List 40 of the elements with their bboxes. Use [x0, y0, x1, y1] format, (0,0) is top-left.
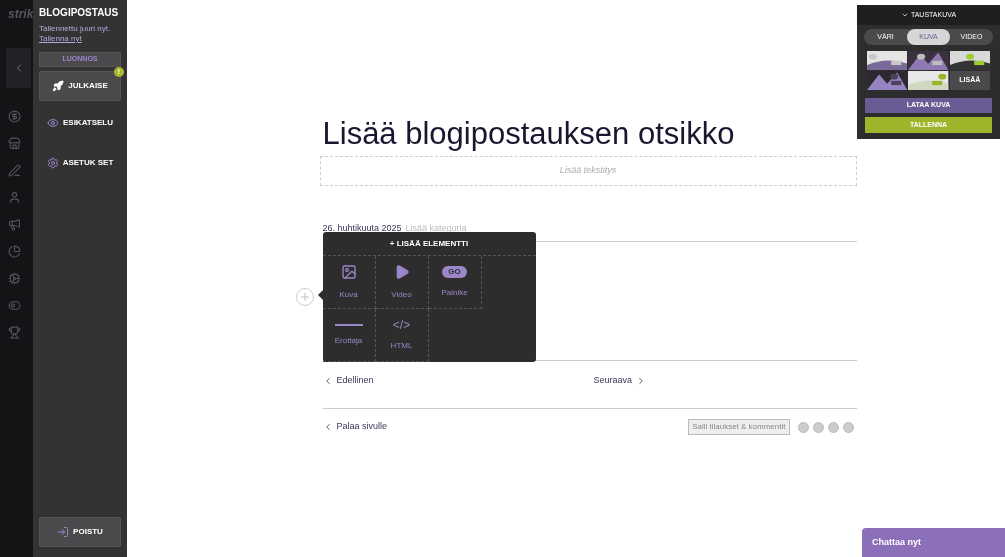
image-icon — [340, 263, 357, 280]
post-date: 26. huhtikuuta 2025 — [322, 221, 402, 235]
element-option[interactable]: Video — [375, 256, 429, 309]
element-option[interactable]: </> HTML — [375, 309, 429, 362]
save-status: Tallennettu juuri nyt. — [39, 24, 112, 34]
gear-icon[interactable] — [8, 272, 21, 285]
logo: strik — [8, 6, 33, 23]
previous-link[interactable]: Edellinen — [322, 374, 594, 388]
preview-icon — [46, 116, 59, 129]
megaphone-icon[interactable] — [8, 218, 21, 231]
element-option[interactable]: GO Painike — [428, 256, 482, 309]
go-icon: GO — [442, 265, 467, 278]
dollar-icon[interactable] — [8, 110, 21, 123]
logout-icon — [57, 526, 70, 538]
toggle-icon[interactable] — [8, 299, 21, 312]
trophy-icon[interactable] — [8, 326, 21, 339]
code-icon: </> — [392, 318, 411, 331]
post-title[interactable]: Lisää blogipostauksen otsikko — [322, 114, 857, 154]
comments-toggle[interactable]: Salli tilaukset & kommentit — [688, 419, 790, 435]
back-link[interactable]: Palaa sivulle — [322, 420, 689, 434]
element-option[interactable]: Kuva — [322, 256, 376, 309]
settings-button[interactable]: ASETUK SET — [39, 144, 121, 181]
pen-icon[interactable] — [8, 164, 21, 177]
logout-button[interactable]: POISTU — [39, 517, 121, 547]
pie-chart-icon[interactable] — [8, 245, 21, 258]
line-icon — [334, 323, 363, 326]
user-icon[interactable] — [8, 191, 21, 204]
chevron-down-icon — [900, 11, 909, 19]
add-element-button[interactable] — [295, 288, 314, 306]
sidebar-title: BLOGIPOSTAUS — [39, 6, 120, 20]
preview-button[interactable]: ESIKATSELU — [39, 104, 121, 141]
chat-button[interactable]: Chattaa nyt — [862, 528, 1005, 557]
element-option[interactable]: Erottaja — [322, 309, 376, 362]
gear-icon — [46, 156, 59, 169]
store-icon[interactable] — [8, 137, 21, 150]
save-now-link[interactable]: Tallenna nyt — [39, 34, 121, 44]
plus-icon — [298, 291, 311, 303]
rocket-icon — [52, 79, 65, 92]
menu-title: + LISÄÄ ELEMENTTI — [322, 232, 536, 256]
next-link[interactable]: Seuraava — [593, 374, 647, 388]
